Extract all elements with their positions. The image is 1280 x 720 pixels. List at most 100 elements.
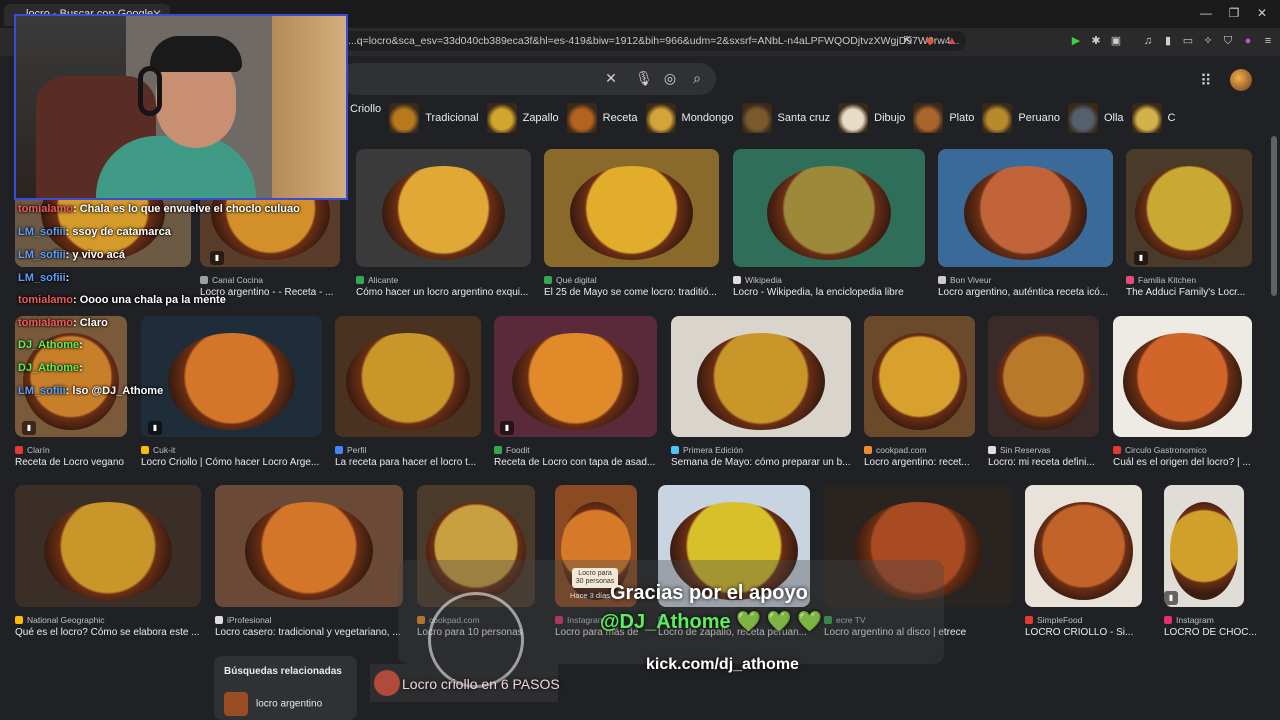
result-thumbnail[interactable]	[15, 316, 127, 437]
result-title[interactable]: Locro argentino, auténtica receta icó...	[938, 287, 1127, 298]
minimize-button[interactable]: —	[1196, 6, 1216, 20]
filter-chip[interactable]: Mondongo	[645, 103, 734, 135]
result-title[interactable]: Qué es el locro? Cómo se elabora este ..…	[15, 627, 215, 638]
chat-text: : ssoy de catamarca	[65, 226, 171, 238]
result-thumbnail[interactable]	[733, 149, 925, 267]
food-bowl	[1123, 332, 1242, 430]
result-source[interactable]: Circulo Gastronomico	[1113, 445, 1252, 455]
result-source[interactable]: Foodit	[494, 445, 657, 455]
wallet-icon[interactable]: ▭	[1180, 33, 1196, 49]
related-searches-panel: Búsquedas relacionadas locro argentino	[214, 656, 357, 720]
music-icon[interactable]: ♫	[1140, 33, 1156, 49]
result-source[interactable]: Alicante	[356, 275, 531, 285]
result-title[interactable]: LOCRO DE CHOC...	[1164, 627, 1258, 638]
chat-username: tomialamo	[18, 317, 74, 329]
result-source[interactable]: Primera Edición	[671, 445, 851, 455]
result-source[interactable]: Clarín	[15, 445, 127, 455]
result-title[interactable]: Cómo hacer un locro argentino exqui...	[356, 287, 545, 298]
filter-chip[interactable]: Dibujo	[838, 103, 905, 135]
share-icon[interactable]: ⇱	[900, 33, 916, 49]
video-result-thumb[interactable]: Locro criollo en 6 PASOS	[370, 664, 560, 702]
alert-icon[interactable]: ▲	[944, 33, 960, 49]
result-title[interactable]: Receta de Locro vegano	[15, 457, 141, 468]
result-thumbnail[interactable]	[1126, 149, 1252, 267]
result-source[interactable]: Bon Viveur	[938, 275, 1113, 285]
result-thumbnail[interactable]	[1025, 485, 1142, 607]
filter-chip[interactable]: Receta	[566, 103, 638, 135]
result-thumbnail[interactable]	[15, 485, 201, 607]
result-source[interactable]: Cuk-it	[141, 445, 322, 455]
google-apps-icon[interactable]: ⠿	[1200, 71, 1212, 91]
clear-search-icon[interactable]: ✕	[602, 70, 620, 87]
menu-icon[interactable]: ≡	[1260, 33, 1276, 49]
result-source[interactable]: cookpad.com	[864, 445, 975, 455]
result-title[interactable]: La receta para hacer el locro t...	[335, 457, 495, 468]
result-source[interactable]: Canal Cocina	[200, 275, 340, 285]
result-thumbnail[interactable]	[1113, 316, 1252, 437]
result-thumbnail[interactable]	[938, 149, 1113, 267]
webcam-person-hair	[150, 36, 242, 72]
puzzle-icon[interactable]: ▣	[1108, 33, 1124, 49]
result-source[interactable]: Sin Reservas	[988, 445, 1099, 455]
search-input[interactable]	[340, 63, 716, 95]
result-title[interactable]: Locro - Wikipedia, la enciclopedia libre	[733, 287, 939, 298]
result-title[interactable]: Locro casero: tradicional y vegetariano,…	[215, 627, 417, 638]
filter-chip[interactable]: Olla	[1067, 103, 1124, 135]
result-title[interactable]: Locro: mi receta defini...	[988, 457, 1113, 468]
result-thumbnail[interactable]	[1164, 485, 1244, 607]
related-search-item[interactable]: locro argentino	[224, 692, 322, 716]
sidebar-icon[interactable]: ▮	[1160, 33, 1176, 49]
filter-chip[interactable]: Santa cruz	[741, 103, 830, 135]
result-title[interactable]: The Adduci Family's Locr...	[1126, 287, 1266, 298]
result-title[interactable]: Locro argentino: recet...	[864, 457, 989, 468]
result-thumbnail[interactable]	[671, 316, 851, 437]
chat-username: LM_sofiii	[18, 226, 66, 238]
restore-button[interactable]: ❐	[1224, 6, 1244, 20]
microphone-icon[interactable]: 🎙	[635, 70, 653, 87]
account-avatar[interactable]	[1230, 69, 1252, 91]
filter-chip[interactable]: C	[1131, 103, 1176, 135]
result-title[interactable]: Semana de Mayo: cómo preparar un b...	[671, 457, 865, 468]
result-thumbnail[interactable]	[988, 316, 1099, 437]
source-name: Canal Cocina	[212, 275, 264, 285]
result-source[interactable]: National Geographic	[15, 615, 201, 625]
result-source[interactable]: Instagram	[1164, 615, 1244, 625]
result-thumbnail[interactable]	[356, 149, 531, 267]
result-title[interactable]: El 25 de Mayo se come locro: traditió...	[544, 287, 733, 298]
filter-chip[interactable]: Criollo	[350, 103, 381, 135]
search-icon[interactable]: ⌕	[688, 70, 706, 87]
address-bar[interactable]: ...q=locro&sca_esv=33d040cb389eca3f&hl=e…	[340, 31, 966, 51]
result-thumbnail[interactable]	[494, 316, 657, 437]
leo-icon[interactable]: ✧	[1200, 33, 1216, 49]
result-source[interactable]: Qué digital	[544, 275, 719, 285]
result-thumbnail[interactable]	[864, 316, 975, 437]
page-scrollbar[interactable]	[1268, 56, 1280, 720]
vpn-icon[interactable]: ⛉	[1220, 33, 1236, 49]
extension-icon[interactable]: ✱	[1088, 33, 1104, 49]
window-close-button[interactable]: ✕	[1252, 6, 1272, 20]
shield-icon[interactable]: ◆	[922, 33, 938, 49]
result-thumbnail[interactable]	[544, 149, 719, 267]
result-thumbnail[interactable]	[141, 316, 322, 437]
filter-chip[interactable]: Peruano	[982, 103, 1060, 135]
result-source[interactable]: Familia Kitchen	[1126, 275, 1252, 285]
filter-chip[interactable]: Zapallo	[486, 103, 559, 135]
favicon-icon	[1126, 276, 1134, 284]
profile-ext-icon[interactable]: ●	[1240, 33, 1256, 49]
result-thumbnail[interactable]	[335, 316, 481, 437]
result-source[interactable]: Perfil	[335, 445, 481, 455]
source-name: Cuk-it	[153, 445, 176, 455]
result-title[interactable]: Locro Criollo | Cómo hacer Locro Arge...	[141, 457, 336, 468]
result-title[interactable]: LOCRO CRIOLLO - Si...	[1025, 627, 1156, 638]
result-source[interactable]: iProfesional	[215, 615, 403, 625]
result-thumbnail[interactable]	[215, 485, 403, 607]
result-source[interactable]: SimpleFood	[1025, 615, 1142, 625]
result-title[interactable]: Cuál es el origen del locro? | ...	[1113, 457, 1266, 468]
filter-chip[interactable]: Tradicional	[389, 103, 479, 135]
scroll-thumb[interactable]	[1271, 136, 1277, 296]
result-title[interactable]: Receta de Locro con tapa de asad...	[494, 457, 671, 468]
play-icon[interactable]: ▶	[1068, 33, 1084, 49]
result-source[interactable]: Wikipedia	[733, 275, 925, 285]
lens-icon[interactable]: ◎	[661, 70, 679, 87]
filter-chip[interactable]: Plato	[913, 103, 974, 135]
